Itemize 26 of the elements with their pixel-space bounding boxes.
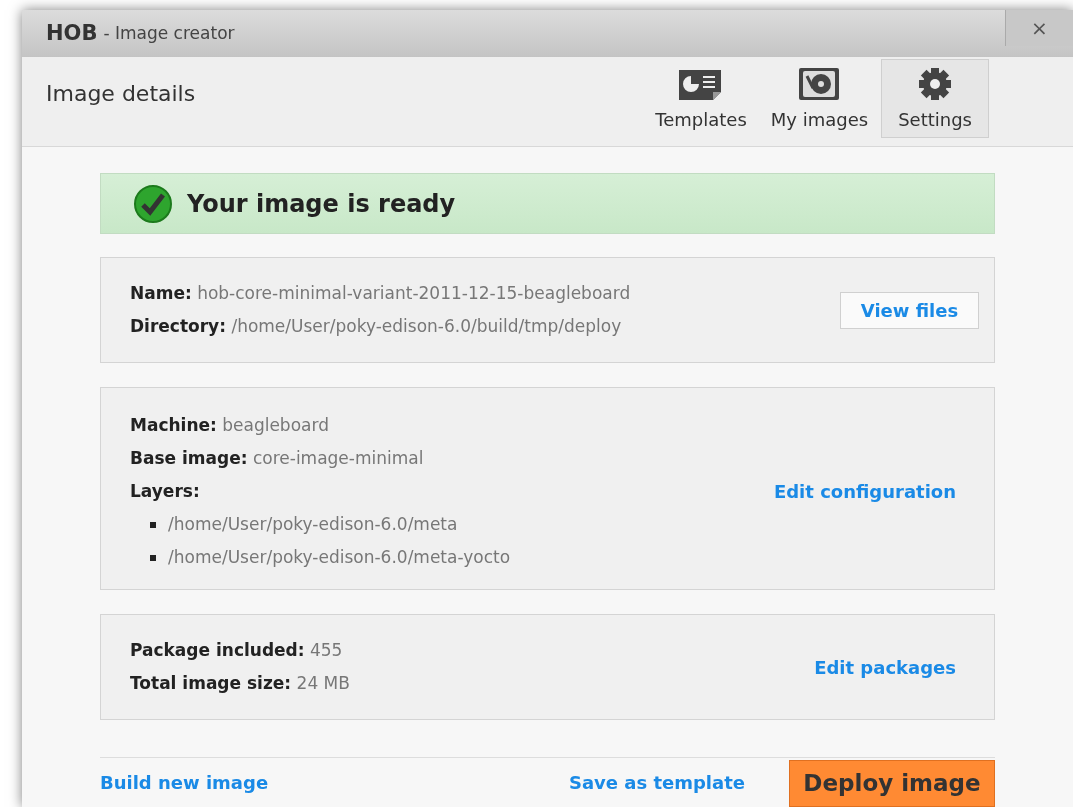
layer-path: /home/User/poky-edison-6.0/meta [168, 513, 458, 536]
close-button[interactable]: × [1005, 10, 1073, 46]
edit-link[interactable]: Edit configuration [773, 478, 956, 505]
toolbar-tab[interactable]: Templates [644, 58, 758, 138]
detail-line: Layers: [130, 480, 201, 503]
app-name: HOB [46, 19, 98, 47]
toolbar-tab[interactable]: My images [759, 58, 880, 138]
bullet-icon [150, 521, 156, 528]
window-title: - Image creator [103, 21, 235, 45]
deploy-image-button[interactable]: Deploy image [789, 760, 995, 807]
detail-line: Package included: 455 [130, 639, 344, 662]
bullet-icon [150, 554, 156, 561]
save-as-template-link[interactable]: Save as template [568, 769, 745, 796]
status-message: Your image is ready [187, 188, 456, 220]
toolbar-tab[interactable]: Settings [881, 58, 989, 138]
build-new-image-link[interactable]: Build new image [100, 769, 269, 796]
page-title: Image details [46, 79, 196, 108]
layer-path: /home/User/poky-edison-6.0/meta-yocto [168, 546, 511, 569]
detail-line: Total image size: 24 MB [130, 672, 351, 695]
view-files-button[interactable]: View files [840, 291, 979, 329]
detail-line: Name: hob-core-minimal-variant-2011-12-15-beagleboard [130, 282, 632, 305]
detail-line: Directory: /home/User/poky-edison-6.0/build/tmp/deploy [130, 315, 623, 338]
detail-line: Base image: core-image-minimal [130, 447, 425, 470]
check-icon [133, 183, 173, 224]
detail-line: Machine: beagleboard [130, 414, 330, 437]
edit-link[interactable]: Edit packages [814, 653, 956, 681]
